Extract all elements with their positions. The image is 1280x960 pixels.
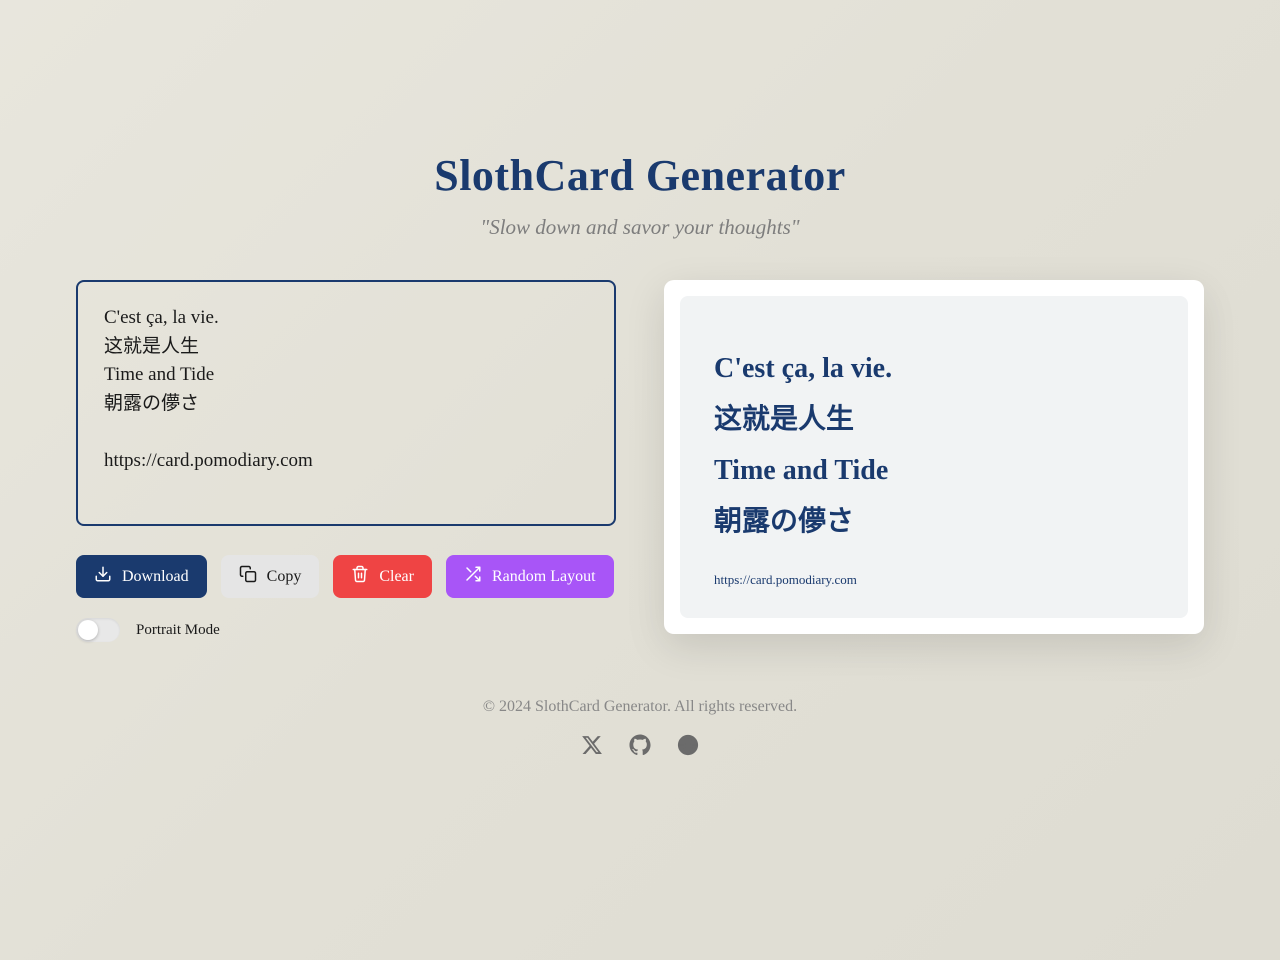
globe-icon[interactable] xyxy=(677,734,699,761)
random-layout-button[interactable]: Random Layout xyxy=(446,555,614,598)
page-title: SlothCard Generator xyxy=(76,150,1204,201)
download-button[interactable]: Download xyxy=(76,555,207,598)
download-icon xyxy=(94,565,112,588)
github-icon[interactable] xyxy=(629,734,651,761)
card-line: 朝露の儚さ xyxy=(714,497,1154,548)
clear-label: Clear xyxy=(379,568,414,586)
card-line: C'est ça, la vie. xyxy=(714,344,1154,395)
download-label: Download xyxy=(122,568,189,586)
toggle-knob xyxy=(78,620,98,640)
copy-button[interactable]: Copy xyxy=(221,555,320,598)
trash-icon xyxy=(351,565,369,588)
portrait-mode-toggle[interactable] xyxy=(76,618,120,642)
content-textarea[interactable] xyxy=(76,280,616,526)
clear-button[interactable]: Clear xyxy=(333,555,432,598)
x-icon[interactable] xyxy=(581,734,603,761)
copy-icon xyxy=(239,565,257,588)
copyright-text: © 2024 SlothCard Generator. All rights r… xyxy=(76,698,1204,716)
card-line: Time and Tide xyxy=(714,446,1154,497)
card-url: https://card.pomodiary.com xyxy=(714,572,1154,588)
shuffle-icon xyxy=(464,565,482,588)
page-subtitle: "Slow down and savor your thoughts" xyxy=(76,215,1204,240)
card-line: 这就是人生 xyxy=(714,395,1154,446)
page-header: SlothCard Generator "Slow down and savor… xyxy=(76,0,1204,280)
copy-label: Copy xyxy=(267,568,302,586)
random-layout-label: Random Layout xyxy=(492,568,596,586)
page-footer: © 2024 SlothCard Generator. All rights r… xyxy=(76,698,1204,761)
card-preview: C'est ça, la vie. 这就是人生 Time and Tide 朝露… xyxy=(664,280,1204,634)
card-preview-inner: C'est ça, la vie. 这就是人生 Time and Tide 朝露… xyxy=(680,296,1188,618)
portrait-mode-label: Portrait Mode xyxy=(136,622,220,639)
